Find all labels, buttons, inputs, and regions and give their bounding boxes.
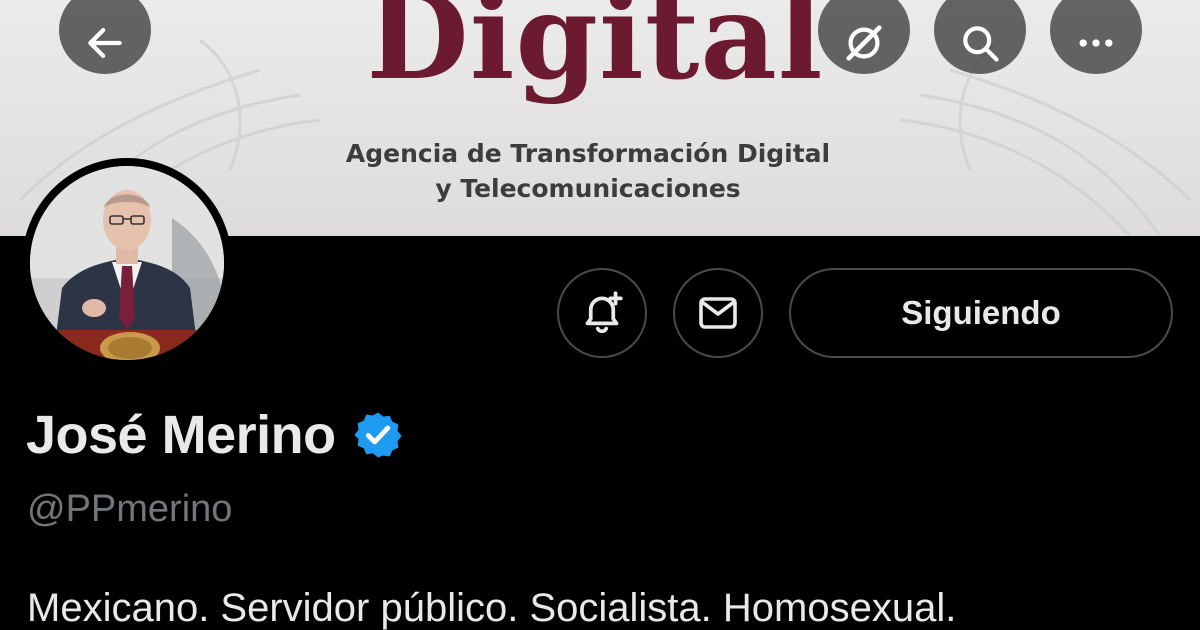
arrow-left-icon — [88, 28, 122, 58]
message-button[interactable] — [673, 268, 763, 358]
profile-bio: Mexicano. Servidor público. Socialista. … — [27, 586, 957, 630]
following-button[interactable]: Siguiendo — [789, 268, 1173, 358]
verified-badge-icon[interactable] — [352, 409, 404, 461]
display-name: José Merino — [26, 405, 336, 465]
avatar[interactable] — [22, 158, 232, 368]
profile-handle: @PPmerino — [27, 488, 233, 530]
grok-icon — [846, 25, 882, 61]
search-icon — [963, 26, 999, 62]
bell-plus-icon — [585, 291, 623, 334]
profile-name-row: José Merino — [26, 400, 404, 470]
more-horizontal-icon — [1079, 39, 1113, 47]
notifications-button[interactable] — [557, 268, 647, 358]
profile-page: Digital Agencia de Transformación Digita… — [0, 0, 1200, 630]
envelope-icon — [699, 297, 737, 329]
avatar-photo — [30, 166, 224, 360]
